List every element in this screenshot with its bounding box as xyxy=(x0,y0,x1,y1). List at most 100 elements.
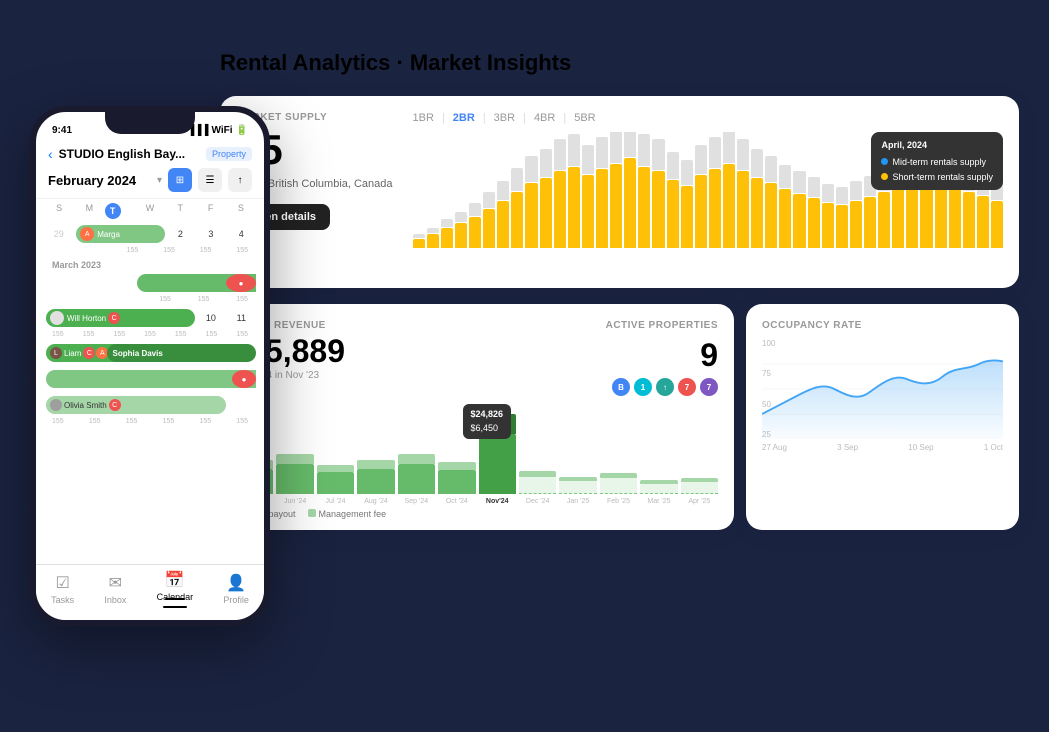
gray-bar-13 xyxy=(596,137,608,168)
gray-bar-12 xyxy=(582,145,594,174)
mgmt-bar-2 xyxy=(317,465,354,472)
yellow-bar-35 xyxy=(906,180,918,248)
nav-calendar[interactable]: 📅 Calendar xyxy=(157,570,194,608)
gray-bar-10 xyxy=(554,139,566,170)
total-bar-2 xyxy=(317,472,354,494)
gray-bar-18 xyxy=(667,152,679,179)
profile-icon: 👤 xyxy=(226,573,246,593)
bar-group-24 xyxy=(751,149,763,248)
rev-bar-group-1 xyxy=(276,454,313,494)
tooltip-month: April, 2024 xyxy=(881,138,993,152)
yellow-bar-21 xyxy=(709,169,721,248)
bar-group-28 xyxy=(808,177,820,248)
gray-bar-29 xyxy=(822,184,834,202)
market-supply-chart: April, 2024 Mid-term rentals supply Shor… xyxy=(413,132,1003,272)
total-bar-1 xyxy=(276,464,313,494)
market-supply-card: MARKET SUPPLY 45 Delta, British Columbia… xyxy=(220,96,1019,288)
occupancy-card: OCCUPANCY RATE 100 75 50 25 xyxy=(746,304,1019,530)
yellow-bar-0 xyxy=(413,239,425,248)
mgmt-bar-3 xyxy=(357,460,394,469)
rev-bar-group-5 xyxy=(438,462,475,494)
month-label[interactable]: February 2024 xyxy=(48,173,151,188)
yellow-bar-19 xyxy=(681,186,693,248)
bar-group-26 xyxy=(779,165,791,248)
bar-group-31 xyxy=(850,181,862,248)
yellow-bar-39 xyxy=(963,192,975,248)
total-bar-5 xyxy=(438,470,475,494)
olivia-badge: C xyxy=(109,399,121,411)
yellow-bar-30 xyxy=(836,205,848,248)
property-name: STUDIO English Bay... xyxy=(59,147,200,161)
list-view-btn[interactable]: ☰ xyxy=(198,168,222,192)
bar-group-2 xyxy=(441,219,453,248)
mid-term-dot xyxy=(881,158,888,165)
mgmt-bar-1 xyxy=(276,454,313,464)
gray-bar-9 xyxy=(540,149,552,177)
inbox-label: Inbox xyxy=(104,595,126,605)
tab-4br[interactable]: 4BR xyxy=(534,112,555,124)
yellow-bar-15 xyxy=(624,158,636,248)
gray-bar-0 xyxy=(413,234,425,238)
bar-group-12 xyxy=(582,145,594,248)
gray-bar-8 xyxy=(525,156,537,182)
yellow-bar-25 xyxy=(765,183,777,248)
mgmt-fee-legend-dot xyxy=(308,509,316,517)
will-name: Will Horton xyxy=(67,314,106,323)
gray-bar-19 xyxy=(681,160,693,185)
yellow-bar-38 xyxy=(949,187,961,248)
bar-group-0 xyxy=(413,234,425,248)
total-bar-8 xyxy=(559,481,596,494)
bar-group-20 xyxy=(695,145,707,248)
bar-group-4 xyxy=(469,203,481,248)
back-arrow-icon[interactable]: ‹ xyxy=(48,146,53,162)
occ-y-labels: 100 75 50 25 xyxy=(762,339,775,439)
gray-bar-2 xyxy=(441,219,453,227)
bar-group-3 xyxy=(455,212,467,248)
tab-1br[interactable]: 1BR xyxy=(413,112,434,124)
page-title: Rental Analytics · Market Insights xyxy=(220,50,1019,76)
property-badge[interactable]: Property xyxy=(206,147,252,161)
nav-inbox[interactable]: ✉ Inbox xyxy=(104,573,126,605)
total-bar-3 xyxy=(357,469,394,494)
bottom-nav: ☑ Tasks ✉ Inbox 📅 Calendar 👤 Profile xyxy=(36,564,264,620)
nav-tasks[interactable]: ☑ Tasks xyxy=(51,573,74,605)
occupancy-chart: 100 75 50 25 xyxy=(762,339,1003,439)
tab-5br[interactable]: 5BR xyxy=(574,112,595,124)
yellow-bar-4 xyxy=(469,217,481,248)
bar-group-8 xyxy=(525,156,537,248)
total-bar-11 xyxy=(681,482,718,494)
chart-legend: Total payout Management fee xyxy=(236,509,718,519)
yellow-bar-18 xyxy=(667,180,679,248)
yellow-bar-17 xyxy=(652,171,664,248)
bar-group-25 xyxy=(765,156,777,248)
tab-2br[interactable]: 2BR xyxy=(453,112,475,124)
chart-view-btn[interactable]: ↑ xyxy=(228,168,252,192)
yellow-bar-3 xyxy=(455,223,467,248)
gray-bar-15 xyxy=(624,132,636,157)
profile-label: Profile xyxy=(223,595,249,605)
gray-bar-27 xyxy=(793,171,805,193)
mgmt-bar-5 xyxy=(438,462,475,470)
rev-bar-group-8 xyxy=(559,477,596,494)
yellow-bar-22 xyxy=(723,164,735,248)
gray-bar-21 xyxy=(709,137,721,168)
bar-group-9 xyxy=(540,149,552,248)
phone-time: 9:41 xyxy=(52,125,72,136)
calendar-week-5: 19 20 21 22 23 24 25 ● xyxy=(44,368,256,390)
bar-group-23 xyxy=(737,139,749,248)
yellow-bar-24 xyxy=(751,178,763,248)
revenue-header: TOTAL REVENUE $25,889 $14,564 in Nov '23… xyxy=(236,320,718,396)
rev-bar-group-4 xyxy=(398,454,435,494)
rev-bar-group-9 xyxy=(600,473,637,494)
gray-bar-16 xyxy=(638,134,650,166)
bar-group-15 xyxy=(624,132,636,248)
grid-view-btn[interactable]: ⊞ xyxy=(168,168,192,192)
tab-3br[interactable]: 3BR xyxy=(494,112,515,124)
nav-profile[interactable]: 👤 Profile xyxy=(223,573,249,605)
total-bar-10 xyxy=(640,484,677,494)
bar-group-13 xyxy=(596,137,608,248)
revenue-tooltip: $24,826 $6,450 xyxy=(463,404,512,439)
bar-group-30 xyxy=(836,187,848,248)
yellow-bar-40 xyxy=(977,196,989,248)
yellow-bar-9 xyxy=(540,178,552,248)
